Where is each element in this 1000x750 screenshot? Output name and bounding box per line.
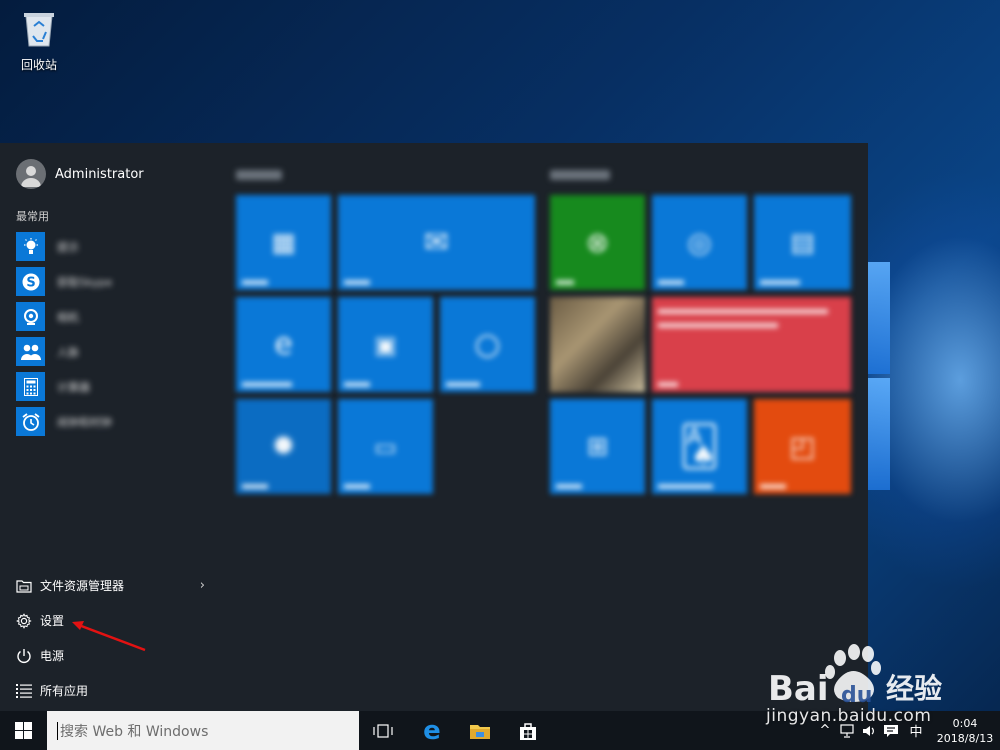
tile-groove-music[interactable]: ◎ [652, 195, 747, 290]
wallpaper-light-pane [868, 262, 890, 374]
chevron-right-icon[interactable]: › [200, 578, 205, 593]
office-icon: ◰ [789, 430, 816, 463]
all-apps-label: 所有应用 [40, 684, 89, 698]
tile-weather[interactable]: ✹ [236, 399, 331, 494]
app-item-people[interactable]: 人脉 [16, 334, 112, 369]
all-apps-button[interactable]: 所有应用 [0, 673, 225, 708]
folder-icon [470, 724, 490, 739]
app-name: 相机 [57, 310, 79, 324]
tile-solitaire[interactable]: 🂡 [652, 399, 747, 494]
wallpaper-light-pane [868, 378, 890, 490]
tile-edge[interactable]: e [236, 297, 331, 392]
settings-label: 设置 [40, 614, 65, 628]
windows-logo-icon [15, 722, 32, 739]
power-icon [16, 648, 32, 664]
tile-onenote[interactable]: ▭ [338, 399, 433, 494]
tile-calendar[interactable]: ▦ [236, 195, 331, 290]
app-name: 获取Skype [57, 275, 113, 289]
xbox-icon: ⊗ [585, 226, 610, 259]
file-explorer-taskbar-button[interactable] [456, 711, 504, 750]
edge-taskbar-button[interactable]: e [408, 711, 456, 750]
app-item-skype[interactable]: S 获取Skype [16, 264, 112, 299]
recycle-bin-icon [24, 13, 54, 47]
tile-store[interactable]: ⊞ [550, 399, 645, 494]
tile-news[interactable] [652, 297, 851, 392]
edge-icon: e [423, 715, 441, 746]
onenote-icon: ▭ [374, 432, 397, 461]
tile-news-photo[interactable] [550, 297, 645, 392]
task-view-icon [373, 723, 393, 738]
user-avatar-icon [16, 159, 46, 189]
task-view-button[interactable] [359, 711, 407, 750]
clock-time: 0:04 [952, 716, 978, 730]
store-icon: ⊞ [586, 431, 609, 462]
app-name: 计算器 [57, 380, 90, 394]
camera-icon [16, 302, 45, 331]
tile-xbox[interactable]: ⊗ [550, 195, 645, 290]
cards-icon: 🂡 [679, 423, 720, 470]
tile-office[interactable]: ◰ [754, 399, 851, 494]
text-caret [57, 721, 58, 740]
taskbar-search-box[interactable]: 搜索 Web 和 Windows [47, 711, 359, 750]
gear-icon [16, 612, 32, 629]
mail-icon: ✉ [423, 225, 450, 260]
tile-mail[interactable]: ✉ [338, 195, 535, 290]
tile-cortana[interactable]: ○ [440, 297, 535, 392]
people-icon [16, 337, 45, 366]
app-name: 闹钟和时钟 [57, 415, 112, 429]
calculator-icon [16, 372, 45, 401]
cortana-icon: ○ [474, 327, 501, 362]
search-placeholder: 搜索 Web 和 Windows [60, 723, 209, 740]
watermark-url: jingyan.baidu.com [766, 706, 932, 726]
app-name: 提示 [57, 240, 79, 254]
lightbulb-icon [16, 232, 45, 261]
alarm-icon [16, 407, 45, 436]
most-used-list: 提示 S 获取Skype 相机 人脉 计算器 闹钟和时钟 [16, 229, 112, 439]
tile-photos[interactable]: ▣ [338, 297, 433, 392]
tile-group-label [550, 170, 610, 180]
start-button[interactable] [0, 711, 47, 750]
recycle-bin-label: 回收站 [20, 58, 57, 72]
tile-group-label [236, 170, 282, 180]
app-item-camera[interactable]: 相机 [16, 299, 112, 334]
file-explorer-button[interactable]: 文件资源管理器 › [0, 568, 225, 603]
red-arrow-annotation [72, 621, 146, 652]
svg-text:S: S [26, 275, 35, 290]
folder-icon [16, 578, 32, 594]
power-label: 电源 [40, 649, 65, 663]
file-explorer-label: 文件资源管理器 [40, 579, 125, 593]
taskbar-clock[interactable]: 0:04 2018/8/13 [930, 716, 1000, 746]
most-used-heading: 最常用 [16, 210, 49, 223]
clock-date: 2018/8/13 [936, 731, 994, 745]
tile-movies-tv[interactable]: ▤ [754, 195, 851, 290]
store-icon [520, 722, 536, 740]
skype-icon: S [16, 267, 45, 296]
list-icon [16, 683, 32, 699]
user-name: Administrator [55, 166, 144, 182]
recycle-bin-shortcut[interactable]: 回收站 [12, 8, 66, 73]
app-name: 人脉 [57, 345, 79, 359]
photos-icon: ▣ [374, 330, 397, 359]
app-item-alarms[interactable]: 闹钟和时钟 [16, 404, 112, 439]
app-item-tips[interactable]: 提示 [16, 229, 112, 264]
edge-icon: e [274, 327, 293, 362]
user-account-button[interactable]: Administrator [16, 159, 144, 189]
movies-icon: ▤ [790, 227, 815, 258]
store-taskbar-button[interactable] [504, 711, 552, 750]
app-item-calculator[interactable]: 计算器 [16, 369, 112, 404]
sun-icon: ✹ [270, 429, 297, 464]
calendar-icon: ▦ [271, 227, 296, 258]
music-icon: ◎ [687, 226, 712, 259]
